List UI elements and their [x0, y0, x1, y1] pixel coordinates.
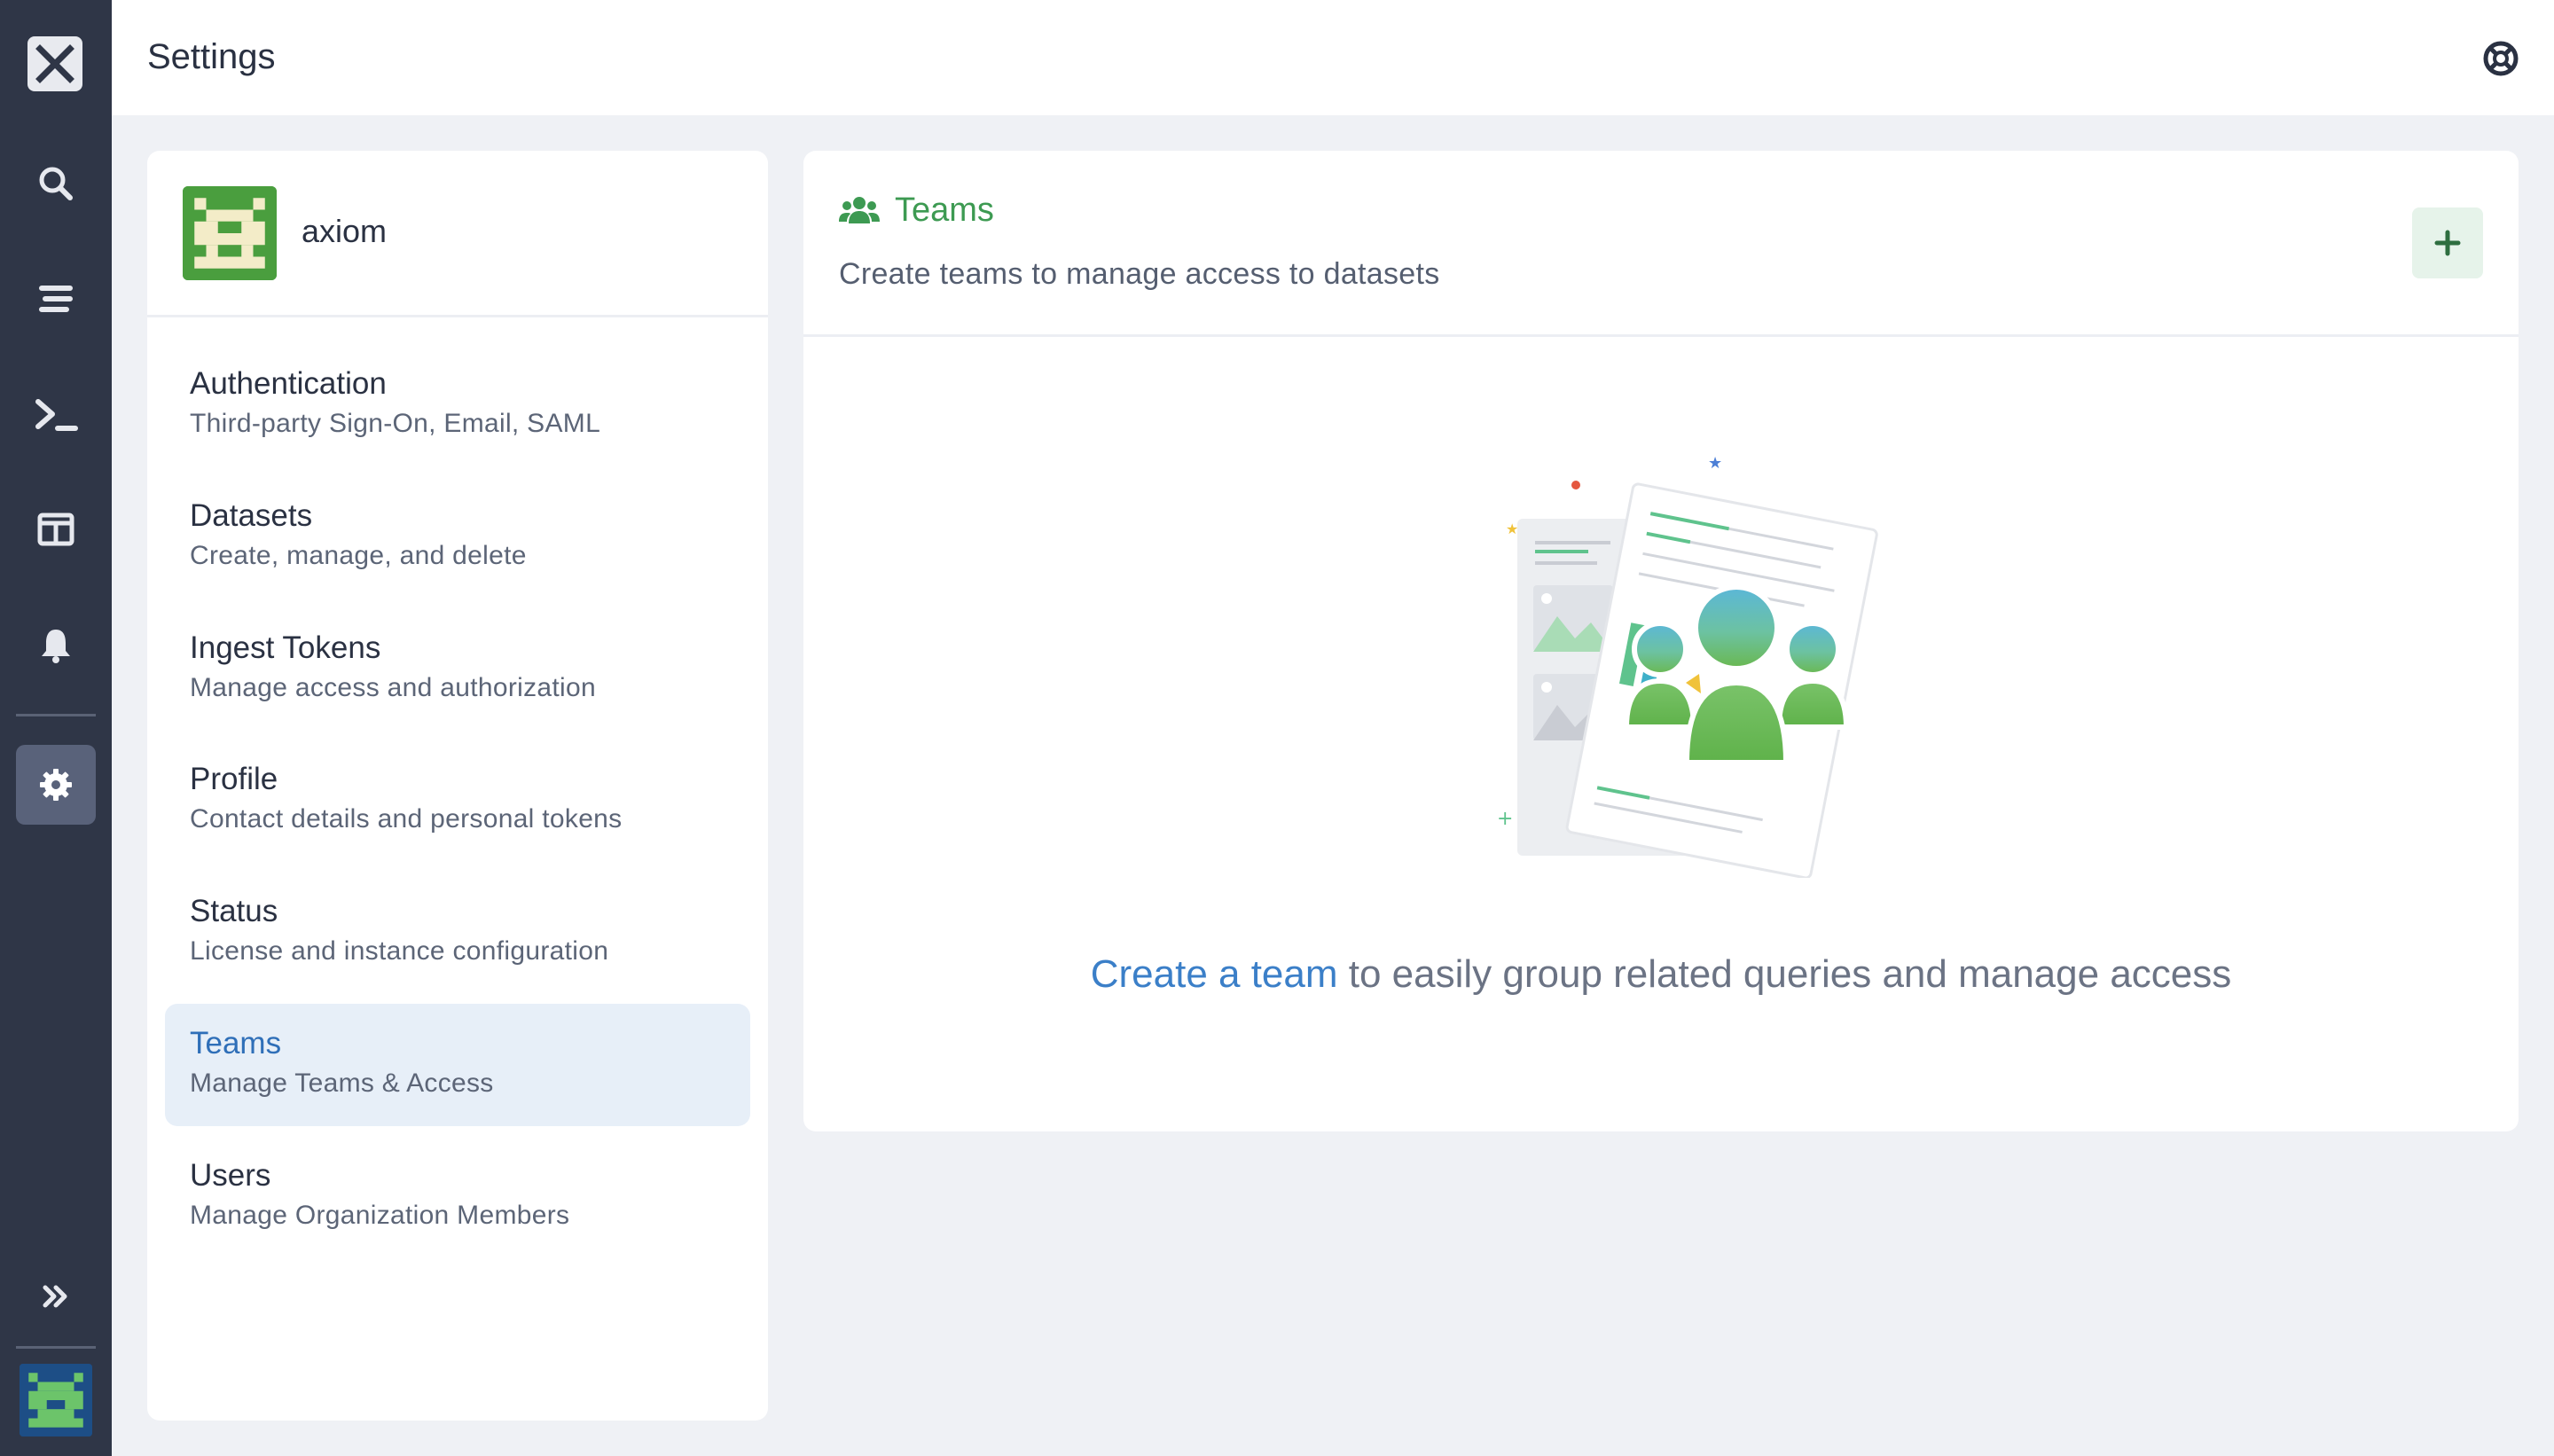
teams-panel-header: Teams Create teams to manage access to d…: [803, 151, 2519, 337]
nav-item-subtitle: Manage Teams & Access: [190, 1069, 494, 1098]
nav-item-ingest-tokens[interactable]: Ingest Tokens Manage access and authoriz…: [165, 608, 750, 731]
help-lifebuoy-icon[interactable]: [2483, 41, 2519, 76]
nav-item-title: Ingest Tokens: [190, 630, 381, 665]
plus-icon: [2434, 230, 2461, 256]
panel-description: Create teams to manage access to dataset…: [839, 257, 1440, 291]
axiom-logo-icon[interactable]: [27, 36, 82, 91]
nav-item-teams[interactable]: Teams Manage Teams & Access: [165, 1004, 750, 1126]
nav-item-title: Teams: [190, 1026, 282, 1061]
nav-item-subtitle: Manage access and authorization: [190, 673, 596, 702]
nav-item-profile[interactable]: Profile Contact details and personal tok…: [165, 740, 750, 862]
nav-item-title: Datasets: [190, 498, 313, 533]
nav-item-title: Users: [190, 1158, 271, 1193]
rail-divider: [16, 714, 96, 716]
nav-item-authentication[interactable]: Authentication Third-party Sign-On, Emai…: [165, 344, 750, 466]
dashboard-icon[interactable]: [16, 489, 96, 569]
users-group-icon: [839, 195, 880, 225]
page-title: Settings: [147, 37, 276, 76]
add-team-button[interactable]: [2412, 207, 2483, 278]
create-team-link[interactable]: Create a team: [1091, 952, 1338, 996]
nav-item-subtitle: Create, manage, and delete: [190, 541, 527, 570]
panel-title: Teams: [895, 192, 994, 229]
nav-item-subtitle: Contact details and personal tokens: [190, 804, 623, 834]
empty-state-message: Create a team to easily group related qu…: [803, 952, 2519, 997]
stream-icon[interactable]: [16, 259, 96, 339]
search-icon[interactable]: [16, 144, 96, 223]
nav-item-title: Status: [190, 894, 278, 928]
double-chevron-right-icon[interactable]: [16, 1256, 96, 1336]
left-rail: [0, 0, 112, 1456]
org-name: axiom: [302, 213, 388, 249]
svg-text:★: ★: [1506, 521, 1518, 537]
empty-state-text: to easily group related queries and mana…: [1337, 952, 2232, 996]
empty-state-illustration: ★ ★ ★ +: [1433, 417, 1894, 880]
nav-item-subtitle: Third-party Sign-On, Email, SAML: [190, 409, 601, 438]
nav-item-datasets[interactable]: Datasets Create, manage, and delete: [165, 476, 750, 599]
bell-icon[interactable]: [16, 605, 96, 685]
user-avatar[interactable]: [20, 1364, 92, 1436]
nav-item-status[interactable]: Status License and instance configuratio…: [165, 872, 750, 994]
nav-item-subtitle: Manage Organization Members: [190, 1201, 570, 1230]
nav-item-title: Profile: [190, 762, 278, 796]
svg-text:+: +: [1497, 808, 1513, 830]
org-header: axiom: [147, 151, 768, 317]
top-bar: Settings: [112, 0, 2554, 115]
org-avatar: [183, 186, 277, 280]
nav-item-title: Authentication: [190, 366, 387, 401]
rail-divider-bottom: [16, 1346, 96, 1349]
settings-sidebar: axiom Authentication Third-party Sign-On…: [147, 151, 768, 1421]
teams-panel: Teams Create teams to manage access to d…: [803, 151, 2519, 1131]
terminal-icon[interactable]: [16, 374, 96, 454]
nav-item-subtitle: License and instance configuration: [190, 936, 609, 966]
gear-icon[interactable]: [16, 745, 96, 825]
nav-item-users[interactable]: Users Manage Organization Members: [165, 1136, 750, 1258]
svg-text:★: ★: [1708, 454, 1722, 473]
